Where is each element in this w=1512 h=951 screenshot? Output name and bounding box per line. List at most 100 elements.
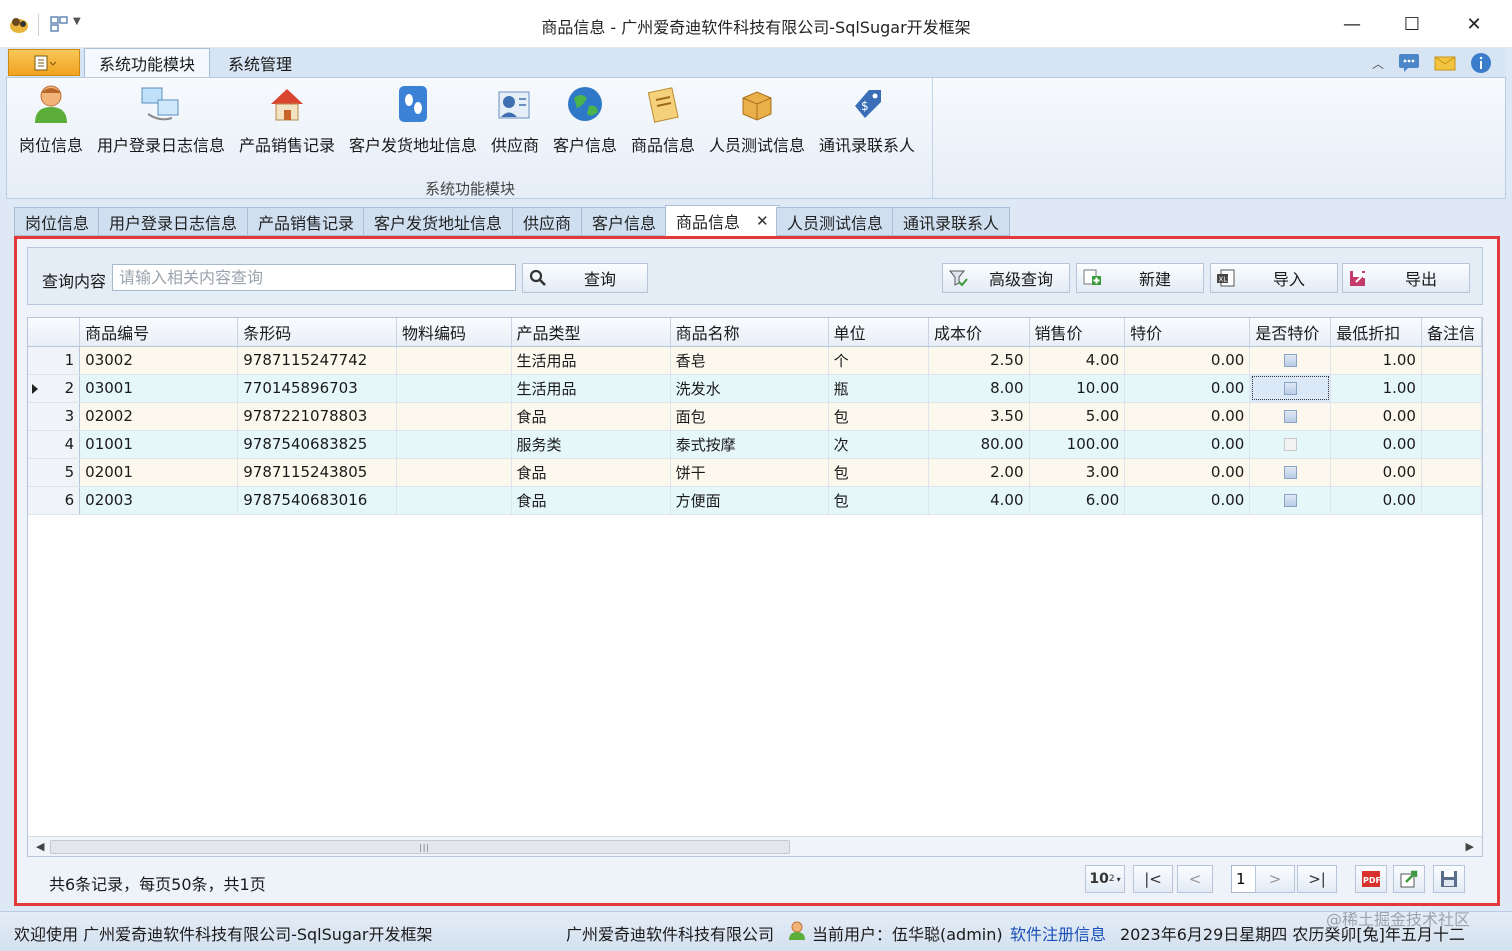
scrollbar-thumb[interactable]: ||| <box>50 840 790 854</box>
cell-barcode[interactable]: 770145896703 <box>237 374 397 403</box>
cell-is-special[interactable] <box>1249 346 1332 375</box>
info-icon[interactable] <box>1470 52 1492 74</box>
cell-discount[interactable]: 0.00 <box>1330 402 1422 431</box>
column-header-cost[interactable]: 成本价 <box>928 318 1030 347</box>
table-row[interactable]: 5 02001 9787115243805 食品 饼干包 2.00 3.00 0.00 0.00 <box>28 458 1482 487</box>
special-checkbox[interactable] <box>1283 438 1297 451</box>
cell-note[interactable] <box>1421 430 1482 459</box>
ribbon-button-delivery-address[interactable]: 客户发货地址信息 <box>349 82 477 156</box>
row-number[interactable]: 3 <box>28 402 81 431</box>
table-row[interactable]: 4 01001 9787540683825 服务类 泰式按摩次 80.00 100.00 0.… <box>28 430 1482 459</box>
doc-tab-sales-records[interactable]: 产品销售记录 <box>247 207 366 236</box>
page-size-button[interactable]: 10 2 ▾ <box>1085 865 1125 893</box>
doc-tab-customer-info[interactable]: 客户信息 <box>581 207 668 236</box>
cell-material[interactable] <box>396 458 512 487</box>
cell-barcode[interactable]: 9787540683016 <box>237 486 397 515</box>
table-row[interactable]: 6 02003 9787540683016 食品 方便面包 4.00 6.00 0.00 0.0… <box>28 486 1482 515</box>
collapse-ribbon-icon[interactable]: ︿ <box>1372 55 1384 72</box>
cell-discount[interactable]: 1.00 <box>1330 374 1422 403</box>
cell-type[interactable]: 服务类 <box>511 430 671 459</box>
cell-special[interactable]: 0.00 <box>1124 458 1251 487</box>
ribbon-button-customer-info[interactable]: 客户信息 <box>553 82 617 156</box>
ribbon-button-staff-test[interactable]: 人员测试信息 <box>709 82 805 156</box>
cell-name[interactable]: 方便面 <box>670 486 829 515</box>
cell-price[interactable]: 3.00 <box>1029 458 1126 487</box>
cell-is-special[interactable] <box>1249 486 1332 515</box>
close-window-button[interactable]: ✕ <box>1444 0 1504 48</box>
column-header-name[interactable]: 商品名称 <box>670 318 829 347</box>
cell-type[interactable]: 食品 <box>511 402 671 431</box>
cell-code[interactable]: 02002 <box>79 402 239 431</box>
row-number[interactable]: 2 <box>28 374 81 403</box>
cell-barcode[interactable]: 9787115247742 <box>237 346 397 375</box>
cell-type[interactable]: 生活用品 <box>511 346 671 375</box>
doc-tab-contacts[interactable]: 通讯录联系人 <box>892 207 1011 236</box>
cell-cost[interactable]: 2.00 <box>928 458 1030 487</box>
doc-tab-product-info[interactable]: 商品信息 ✕ <box>665 205 780 236</box>
column-header-note[interactable]: 备注信 <box>1421 318 1482 347</box>
doc-tab-delivery-address[interactable]: 客户发货地址信息 <box>363 207 514 236</box>
cell-barcode[interactable]: 9787540683825 <box>237 430 397 459</box>
column-header-special[interactable]: 特价 <box>1124 318 1251 347</box>
cell-discount[interactable]: 1.00 <box>1330 346 1422 375</box>
column-header-discount[interactable]: 最低折扣 <box>1330 318 1422 347</box>
cell-material[interactable] <box>396 430 512 459</box>
cell-discount[interactable]: 0.00 <box>1330 430 1422 459</box>
ribbon-button-product-info[interactable]: 商品信息 <box>631 82 695 156</box>
cell-note[interactable] <box>1421 486 1482 515</box>
layout-icon[interactable] <box>50 16 68 32</box>
advanced-query-button[interactable]: 高级查询 <box>942 263 1070 293</box>
cell-special[interactable]: 0.00 <box>1124 486 1251 515</box>
cell-material[interactable] <box>396 402 512 431</box>
column-header-code[interactable]: 商品编号 <box>79 318 239 347</box>
cell-note[interactable] <box>1421 458 1482 487</box>
ribbon-button-contacts[interactable]: $ 通讯录联系人 <box>819 82 915 156</box>
maximize-button[interactable]: ☐ <box>1382 0 1442 48</box>
column-header-unit[interactable]: 单位 <box>828 318 930 347</box>
horizontal-scrollbar[interactable]: ◀ ||| ▶ <box>28 836 1482 856</box>
cell-barcode[interactable]: 9787221078803 <box>237 402 397 431</box>
cell-type[interactable]: 生活用品 <box>511 374 671 403</box>
cell-material[interactable] <box>396 486 512 515</box>
export-excel-button[interactable] <box>1393 865 1425 893</box>
doc-tab-position-info[interactable]: 岗位信息 <box>14 207 101 236</box>
cell-note[interactable] <box>1421 402 1482 431</box>
ribbon-button-supplier[interactable]: 供应商 <box>491 82 539 156</box>
cell-is-special[interactable] <box>1249 430 1332 459</box>
cell-type[interactable]: 食品 <box>511 486 671 515</box>
cell-cost[interactable]: 8.00 <box>928 374 1030 403</box>
table-row[interactable]: 3 02002 9787221078803 食品 面包包 3.50 5.00 0.00 0.00 <box>28 402 1482 431</box>
special-checkbox[interactable] <box>1283 354 1297 367</box>
app-menu-button[interactable] <box>8 49 80 76</box>
cell-note[interactable] <box>1421 346 1482 375</box>
cell-special[interactable]: 0.00 <box>1124 430 1251 459</box>
cell-cost[interactable]: 80.00 <box>928 430 1030 459</box>
new-button[interactable]: 新建 <box>1076 263 1204 293</box>
export-pdf-button[interactable]: PDF <box>1355 865 1387 893</box>
query-button[interactable]: 查询 <box>522 263 648 293</box>
doc-tab-login-log[interactable]: 用户登录日志信息 <box>98 207 249 236</box>
cell-price[interactable]: 6.00 <box>1029 486 1126 515</box>
cell-name[interactable]: 洗发水 <box>670 374 829 403</box>
cell-cost[interactable]: 3.50 <box>928 402 1030 431</box>
row-number[interactable]: 6 <box>28 486 81 515</box>
special-checkbox[interactable] <box>1283 410 1297 423</box>
cell-price[interactable]: 10.00 <box>1029 374 1126 403</box>
ribbon-tab-system-modules[interactable]: 系统功能模块 <box>84 48 211 77</box>
column-header-type[interactable]: 产品类型 <box>511 318 671 347</box>
cell-name[interactable]: 面包 <box>670 402 829 431</box>
cell-code[interactable]: 02003 <box>79 486 239 515</box>
column-header-barcode[interactable]: 条形码 <box>237 318 397 347</box>
row-number[interactable]: 4 <box>28 430 81 459</box>
cell-code[interactable]: 01001 <box>79 430 239 459</box>
table-row[interactable]: 1 03002 9787115247742 生活用品 香皂个 2.50 4.00 0.00 1.… <box>28 346 1482 375</box>
cell-cost[interactable]: 2.50 <box>928 346 1030 375</box>
cell-unit[interactable]: 包 <box>828 458 930 487</box>
cell-name[interactable]: 饼干 <box>670 458 829 487</box>
cell-special[interactable]: 0.00 <box>1124 402 1251 431</box>
ribbon-button-position-info[interactable]: 岗位信息 <box>19 82 83 156</box>
cell-code[interactable]: 02001 <box>79 458 239 487</box>
cell-code[interactable]: 03001 <box>79 374 239 403</box>
cell-discount[interactable]: 0.00 <box>1330 458 1422 487</box>
next-page-button[interactable]: > <box>1255 865 1295 893</box>
